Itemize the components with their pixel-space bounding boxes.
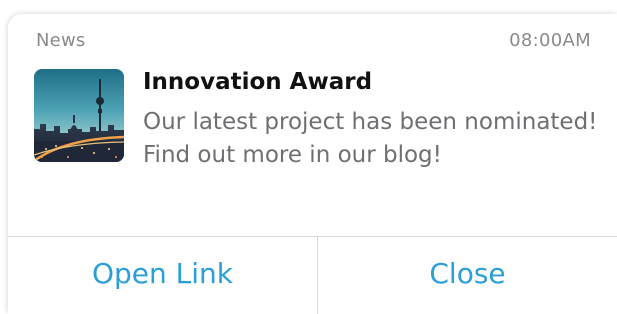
timestamp: 08:00AM (509, 30, 591, 51)
notification-body: Our latest project has been nominated! F… (143, 109, 598, 168)
open-link-button[interactable]: Open Link (8, 237, 317, 314)
notification-title: Innovation Award (143, 69, 373, 95)
action-bar: Open Link Close (8, 236, 617, 314)
app-name: News (36, 30, 86, 51)
thumbnail-image (34, 69, 124, 162)
notification-card[interactable]: News 08:00AM Innovation Award Our latest… (8, 14, 617, 314)
notification-header: News 08:00AM (8, 30, 617, 54)
close-button[interactable]: Close (318, 237, 617, 314)
